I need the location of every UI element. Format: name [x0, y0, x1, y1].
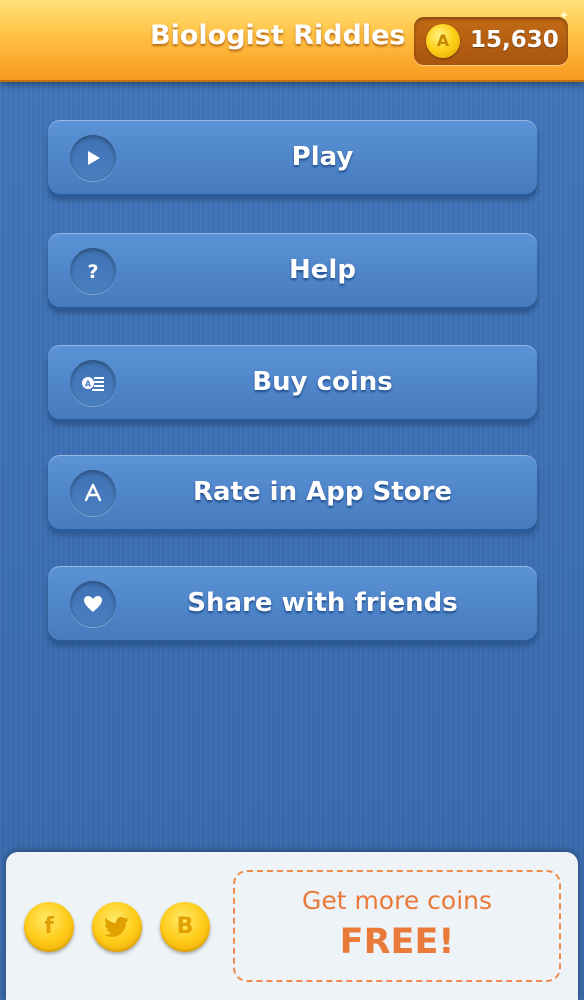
free-coins-offer[interactable]: Get more coins FREE! — [233, 870, 561, 982]
svg-text:?: ? — [87, 261, 98, 283]
play-button[interactable]: Play — [48, 120, 537, 194]
b-button[interactable]: B — [160, 902, 210, 952]
rate-app-label: Rate in App Store — [192, 477, 453, 507]
svg-text:A: A — [85, 380, 92, 389]
offer-text: Get more coins — [301, 886, 493, 915]
twitter-button[interactable] — [92, 902, 142, 952]
play-label: Play — [291, 142, 354, 172]
app-title: Biologist Riddles — [150, 20, 406, 51]
b-icon: B — [176, 914, 194, 939]
bottom-panel: f B Get more coins FREE! — [6, 852, 578, 1000]
facebook-button[interactable]: f — [24, 902, 74, 952]
offer-free-text: FREE! — [339, 922, 455, 962]
sparkle-icon: ✦ — [558, 8, 570, 24]
coin-count: 15,630 — [470, 27, 559, 53]
header-bar: Biologist Riddles A 15,630 ✦ — [0, 0, 584, 82]
twitter-icon — [104, 914, 130, 939]
buy-coins-button[interactable]: A Buy coins — [48, 345, 537, 419]
coin-balance[interactable]: A 15,630 — [414, 17, 568, 65]
coin-icon: A — [426, 24, 460, 58]
help-label: Help — [289, 255, 356, 285]
share-button[interactable]: Share with friends — [48, 566, 537, 640]
help-button[interactable]: ? Help — [48, 233, 537, 307]
buy-coins-label: Buy coins — [252, 367, 393, 397]
rate-app-button[interactable]: Rate in App Store — [48, 455, 537, 529]
facebook-icon: f — [44, 914, 54, 939]
share-label: Share with friends — [187, 588, 458, 618]
